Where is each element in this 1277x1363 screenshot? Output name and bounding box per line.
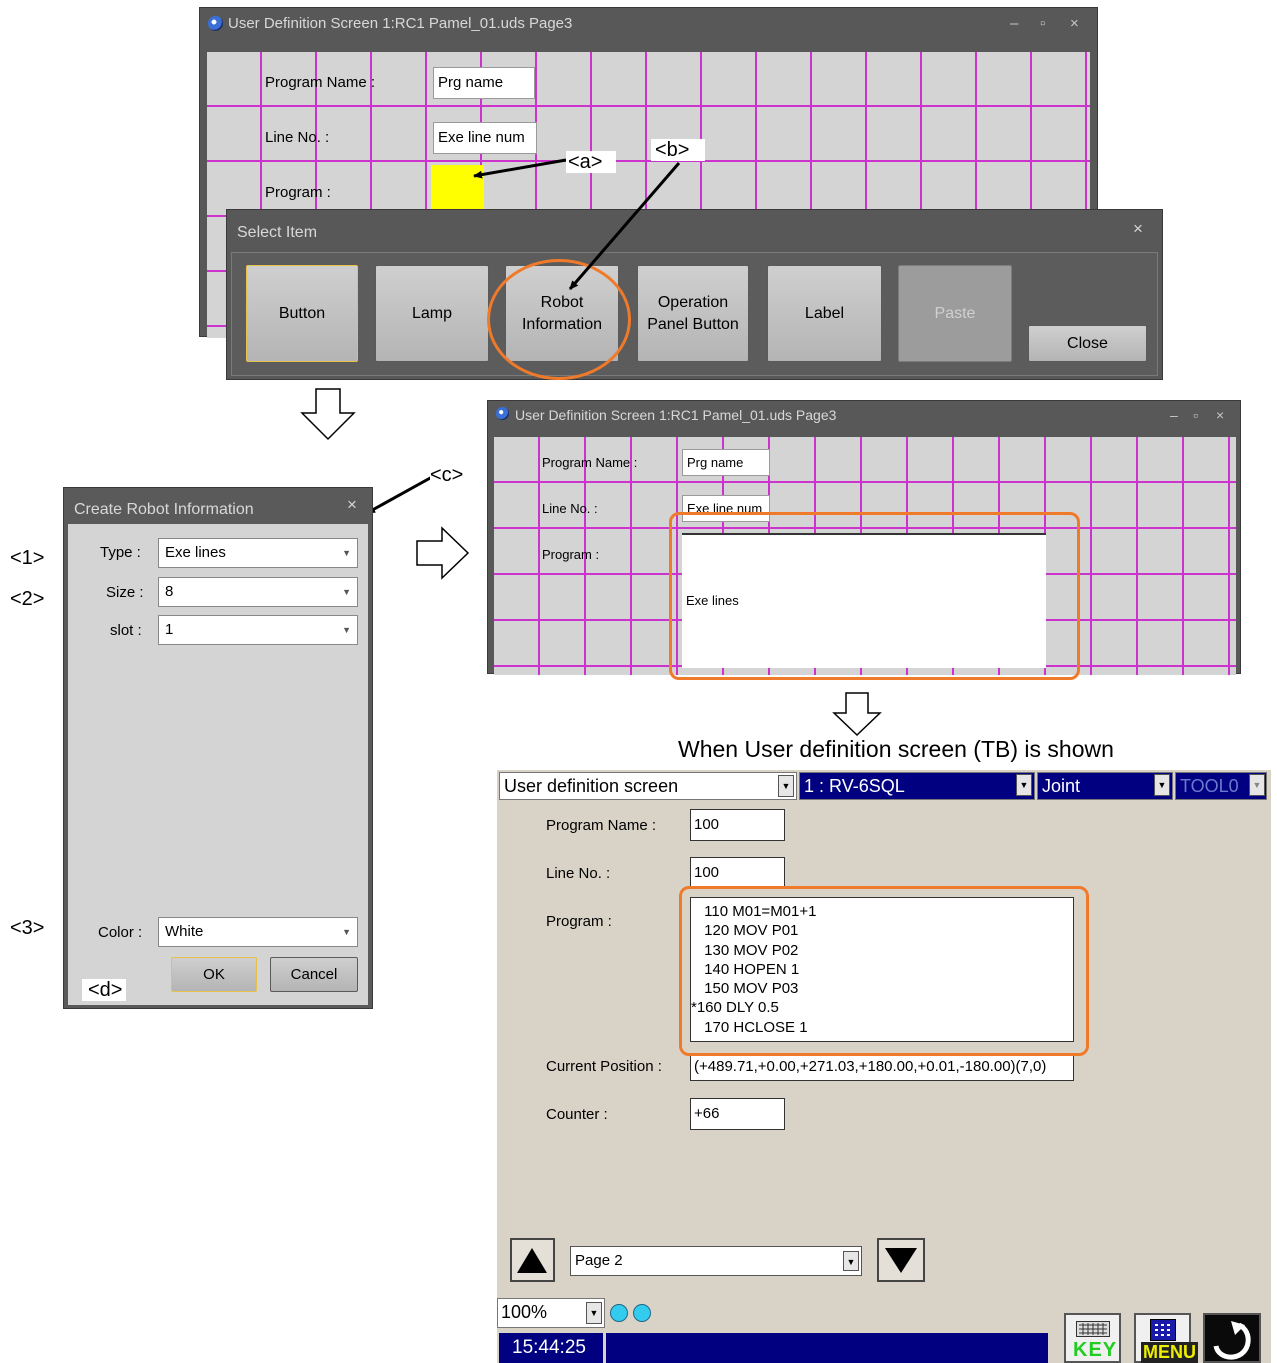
ok-button[interactable]: OK xyxy=(171,957,257,992)
annotation-3: <3> xyxy=(10,917,45,939)
annotation-b: <b> xyxy=(651,139,706,161)
highlight-exe-lines xyxy=(669,512,1080,680)
annotation-d: <d> xyxy=(82,979,127,1001)
current-position-field: (+489.71,+0.00,+271.03,+180.00,+0.01,-18… xyxy=(690,1053,1074,1081)
menu-grid-icon xyxy=(1150,1319,1176,1341)
flow-arrow-right xyxy=(416,526,470,580)
key-button[interactable]: KEY xyxy=(1064,1313,1121,1363)
chevron-down-icon: ▼ xyxy=(342,625,351,635)
chevron-down-icon: ▼ xyxy=(342,927,351,937)
tb-program-name-label: Program Name : xyxy=(546,817,657,834)
color-label: Color : xyxy=(98,924,143,941)
tb-program-label: Program : xyxy=(546,913,612,930)
color-select[interactable]: White ▼ xyxy=(158,917,358,947)
color-value: White xyxy=(165,923,204,940)
clock-bar: 15:44:25 xyxy=(499,1333,603,1363)
highlight-program-lines xyxy=(679,886,1089,1056)
slot-value: 1 xyxy=(165,621,174,638)
tb-line-no-field[interactable]: 100 xyxy=(690,857,785,889)
triangle-down-icon xyxy=(885,1248,917,1273)
screen-select[interactable]: User definition screen ▼ xyxy=(499,772,797,800)
status-lamp-2 xyxy=(633,1304,651,1322)
size-label: Size : xyxy=(106,584,144,601)
robot-select[interactable]: 1 : RV-6SQL xyxy=(799,772,1035,800)
arrow-a xyxy=(473,158,567,179)
type-value: Exe lines xyxy=(165,544,226,561)
chevron-down-icon: ▼ xyxy=(342,548,351,558)
tb-caption: When User definition screen (TB) is show… xyxy=(678,736,1114,762)
triangle-up-icon xyxy=(517,1248,547,1273)
create-robot-info-close-icon[interactable]: × xyxy=(347,495,357,515)
clock-time: 15:44:25 xyxy=(512,1337,586,1358)
arrow-b xyxy=(568,162,681,290)
status-lamp-1 xyxy=(610,1304,628,1322)
annotation-a: <a> xyxy=(566,151,617,173)
jog-mode-select[interactable]: Joint xyxy=(1037,772,1173,800)
result-line-no-label: Line No. : xyxy=(542,501,598,516)
chevron-down-icon: ▼ xyxy=(342,587,351,597)
tb-program-name-field[interactable]: 100 xyxy=(690,809,785,841)
menu-label: MENU xyxy=(1141,1342,1198,1363)
close-icon[interactable]: × xyxy=(1216,401,1224,429)
cancel-button[interactable]: Cancel xyxy=(270,957,358,992)
result-program-label: Program : xyxy=(542,547,600,562)
slot-select[interactable]: 1 ▼ xyxy=(158,615,358,645)
page-select-value: Page 2 xyxy=(575,1252,623,1269)
zoom-value: 100% xyxy=(501,1302,548,1322)
page-up-button[interactable] xyxy=(510,1238,555,1282)
screen-select-value: User definition screen xyxy=(504,776,679,796)
return-arrow-icon xyxy=(1213,1321,1251,1360)
chevron-down-icon[interactable]: ▼ xyxy=(778,775,794,797)
chevron-down-icon[interactable]: ▼ xyxy=(1249,774,1265,796)
arrow-c xyxy=(366,475,433,515)
annotation-c: <c> xyxy=(430,464,464,486)
flow-arrow-down-1 xyxy=(300,388,356,441)
flow-arrow-down-2 xyxy=(832,692,882,737)
counter-field: +66 xyxy=(690,1098,785,1130)
tool-value: TOOL0 xyxy=(1180,776,1239,796)
result-title: User Definition Screen 1:RC1 Pamel_01.ud… xyxy=(515,407,837,423)
jog-mode-value: Joint xyxy=(1042,776,1081,796)
menu-button[interactable]: MENU xyxy=(1134,1313,1198,1363)
status-bar xyxy=(606,1333,1048,1363)
app-icon xyxy=(496,407,509,420)
result-program-name-field[interactable]: Prg name xyxy=(682,449,770,476)
size-select[interactable]: 8 ▼ xyxy=(158,577,358,607)
key-label: KEY xyxy=(1073,1339,1118,1361)
maximize-icon[interactable]: ▫ xyxy=(1193,401,1198,429)
current-position-label: Current Position : xyxy=(546,1058,662,1075)
annotation-1: <1> xyxy=(10,547,45,569)
annotation-2: <2> xyxy=(10,588,45,610)
size-value: 8 xyxy=(165,583,174,600)
type-label: Type : xyxy=(100,544,141,561)
back-button[interactable] xyxy=(1203,1313,1261,1363)
zoom-select[interactable]: 100% ▼ xyxy=(497,1298,605,1328)
slot-label: slot : xyxy=(110,622,142,639)
minimize-icon[interactable]: – xyxy=(1170,401,1178,429)
create-robot-info-title: Create Robot Information xyxy=(74,501,254,518)
tb-screen: User definition screen ▼ 1 : RV-6SQL ▼ J… xyxy=(497,770,1271,1363)
chevron-down-icon[interactable]: ▼ xyxy=(586,1302,602,1324)
result-titlebar: User Definition Screen 1:RC1 Pamel_01.ud… xyxy=(488,401,1240,429)
type-select[interactable]: Exe lines ▼ xyxy=(158,538,358,568)
tb-line-no-label: Line No. : xyxy=(546,865,611,882)
counter-label: Counter : xyxy=(546,1106,608,1123)
chevron-down-icon[interactable]: ▼ xyxy=(1154,774,1170,796)
create-robot-info-dialog: Create Robot Information × Type : Exe li… xyxy=(63,487,373,1009)
chevron-down-icon[interactable]: ▼ xyxy=(1016,774,1032,796)
page-select[interactable]: Page 2 ▼ xyxy=(570,1246,862,1276)
robot-select-value: 1 : RV-6SQL xyxy=(804,776,905,796)
chevron-down-icon[interactable]: ▼ xyxy=(843,1251,859,1271)
page-down-button[interactable] xyxy=(877,1238,925,1282)
result-program-name-label: Program Name : xyxy=(542,455,638,470)
keyboard-icon xyxy=(1076,1321,1110,1337)
